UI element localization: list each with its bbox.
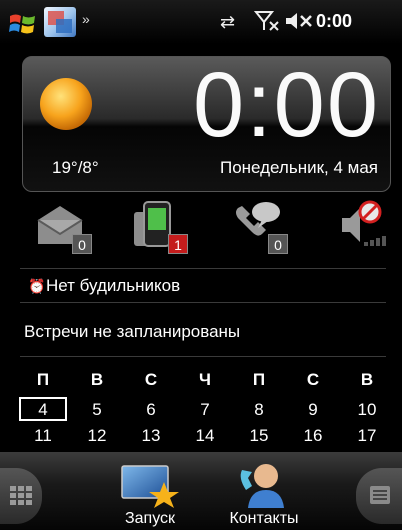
weekday-tue: В [90,370,104,389]
sms-count: 1 [168,234,188,254]
calendar-day[interactable]: 4 [26,400,60,420]
contacts-button[interactable] [238,460,290,510]
appointments-status[interactable]: Встречи не запланированы [24,322,240,342]
contacts-label[interactable]: Контакты [214,510,314,528]
calendar-day[interactable]: 6 [134,400,168,420]
weekday-sun: В [360,370,374,389]
launch-icon [121,465,179,508]
bottom-bar [0,452,402,530]
weekday-mon: П [36,370,50,389]
menu-icon [370,486,390,504]
calendar-day[interactable]: 14 [188,426,222,446]
app-icon[interactable] [44,7,76,37]
divider [20,302,386,303]
mute-icon[interactable] [284,11,314,36]
menu-button[interactable] [356,468,402,524]
divider [20,268,386,269]
messages-tile[interactable]: 0 [36,198,92,254]
alarm-clock-icon: ⏰ [28,278,46,294]
clock-time: 0:00 [192,54,380,156]
calendar-day[interactable]: 15 [242,426,276,446]
alarm-status[interactable]: Нет будильников [46,276,180,296]
weekday-wed: С [144,370,158,389]
weekday-thu: Ч [199,370,211,389]
status-time[interactable]: 0:00 [316,11,352,32]
date: Понедельник, 4 мая [219,158,378,177]
sound-tile[interactable] [336,198,388,252]
calendar-day[interactable]: 10 [350,400,384,420]
all-programs-button[interactable] [0,468,42,524]
calendar-day[interactable]: 9 [296,400,330,420]
temperature: 19°/8° [52,158,99,177]
calendar-day[interactable]: 17 [350,426,384,446]
voicemail-count: 0 [268,234,288,254]
weekday-fri: П [252,370,266,389]
sync-icon: ⇄ [220,12,236,32]
messages-count: 0 [72,234,92,254]
calendar-day[interactable]: 13 [134,426,168,446]
calendar-day[interactable]: 7 [188,400,222,420]
launch-button[interactable] [118,462,182,508]
sms-tile[interactable]: 1 [132,198,188,254]
grid-icon [10,486,32,505]
no-signal-icon [253,8,280,38]
contacts-icon [240,464,284,508]
calendar-day[interactable]: 12 [80,426,114,446]
voicemail-tile[interactable]: 0 [232,198,288,254]
divider [20,356,386,357]
windows-start-icon[interactable] [8,10,38,36]
calendar-day[interactable]: 5 [80,400,114,420]
calendar-day[interactable]: 8 [242,400,276,420]
launch-label[interactable]: Запуск [112,510,188,528]
calendar-day[interactable]: 11 [26,426,60,446]
sun-icon [32,74,102,134]
sound-off-icon [342,200,386,246]
weekday-sat: С [306,370,320,389]
more-icon[interactable]: » [82,11,90,27]
calendar-day[interactable]: 16 [296,426,330,446]
